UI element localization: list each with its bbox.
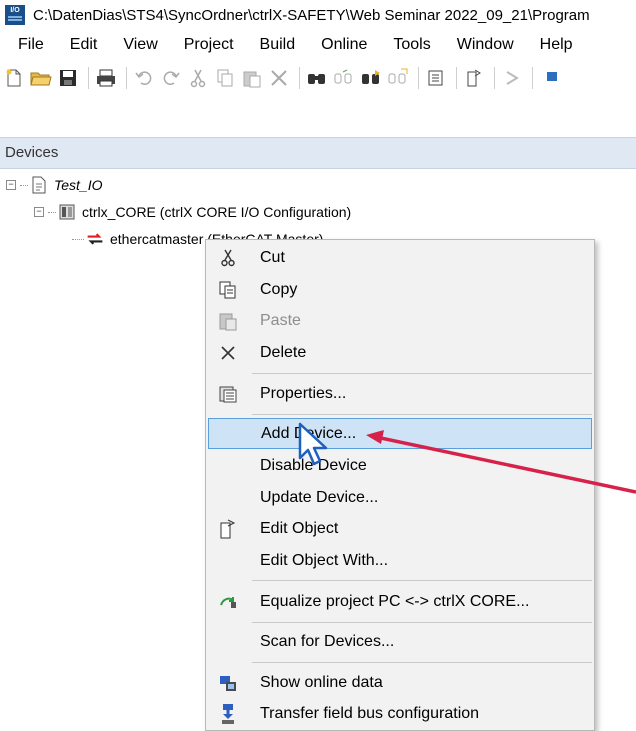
cut-icon[interactable] — [186, 66, 210, 90]
copy-icon — [214, 278, 242, 302]
menu-item-label: Show online data — [260, 673, 383, 691]
menu-item-label: Cut — [260, 248, 285, 266]
title-bar: I/O C:\DatenDias\STS4\SyncOrdner\ctrlX-S… — [0, 0, 636, 30]
menu-item-scan-devices[interactable]: Scan for Devices... — [208, 626, 592, 657]
menu-item-label: Equalize project PC <-> ctrlX CORE... — [260, 592, 530, 610]
toolbar-separator — [494, 67, 495, 89]
save-icon[interactable] — [56, 66, 80, 90]
paste-icon[interactable] — [240, 66, 264, 90]
toolbar-separator — [456, 67, 457, 89]
context-menu: Cut Copy Paste Delete Properties... Add … — [205, 239, 595, 731]
delete-icon[interactable] — [267, 66, 291, 90]
menu-separator — [252, 662, 592, 663]
paste-icon — [214, 309, 242, 333]
toolbar-separator — [418, 67, 419, 89]
transfer-icon — [214, 702, 242, 726]
menu-item-label: Update Device... — [260, 488, 379, 506]
tree-connector — [48, 211, 56, 213]
redo-icon[interactable] — [159, 66, 183, 90]
tree-node-label: Test_IO — [54, 177, 103, 193]
menu-item-edit-object[interactable]: Edit Object — [208, 513, 592, 544]
menu-bar: File Edit View Project Build Online Tool… — [0, 30, 636, 60]
download-icon[interactable] — [500, 66, 524, 90]
tree-connector — [20, 184, 28, 186]
tree-node-label: ctrlx_CORE (ctrlX CORE I/O Configuration… — [82, 204, 352, 220]
find-replace-icon[interactable] — [332, 66, 356, 90]
menu-item-label: Delete — [260, 343, 307, 361]
toolbar-separator — [532, 67, 533, 89]
menu-item-show-online-data[interactable]: Show online data — [208, 667, 592, 698]
menu-separator — [252, 622, 592, 623]
menu-tools[interactable]: Tools — [380, 30, 443, 60]
menu-item-copy[interactable]: Copy — [208, 274, 592, 305]
properties-icon[interactable] — [424, 66, 448, 90]
menu-item-delete[interactable]: Delete — [208, 337, 592, 368]
new-icon[interactable] — [2, 66, 26, 90]
menu-item-label: Edit Object — [260, 519, 339, 537]
window-title: C:\DatenDias\STS4\SyncOrdner\ctrlX-SAFET… — [33, 6, 590, 24]
app-icon-text: I/O — [10, 7, 20, 14]
menu-item-label: Scan for Devices... — [260, 632, 395, 650]
toolbar-separator — [88, 67, 89, 89]
devices-panel-title: Devices — [0, 137, 636, 169]
project-icon — [30, 176, 48, 194]
menu-item-edit-object-with[interactable]: Edit Object With... — [208, 545, 592, 576]
menu-item-disable-device[interactable]: Disable Device — [208, 450, 592, 481]
copy-icon[interactable] — [213, 66, 237, 90]
menu-item-properties[interactable]: Properties... — [208, 378, 592, 409]
menu-item-transfer-fieldbus[interactable]: Transfer field bus configuration — [208, 698, 592, 729]
menu-separator — [252, 373, 592, 374]
app-icon: I/O — [5, 5, 25, 25]
menu-item-label: Add Device... — [261, 424, 357, 442]
menu-file[interactable]: File — [0, 30, 57, 60]
menu-item-add-device[interactable]: Add Device... — [208, 418, 592, 449]
menu-online[interactable]: Online — [308, 30, 380, 60]
ethercat-master-icon — [86, 230, 104, 248]
equalize-icon — [214, 590, 242, 614]
online-data-icon — [214, 671, 242, 695]
undo-icon[interactable] — [132, 66, 156, 90]
cut-icon — [214, 246, 242, 270]
window-icon[interactable] — [538, 66, 562, 90]
tree-node-ctrlx-core[interactable]: − ctrlx_CORE (ctrlX CORE I/O Configurati… — [34, 199, 351, 225]
menu-help[interactable]: Help — [527, 30, 586, 60]
toolbar-separator — [126, 67, 127, 89]
menu-window[interactable]: Window — [444, 30, 527, 60]
replace-icon[interactable] — [386, 66, 410, 90]
delete-icon — [214, 341, 242, 365]
menu-item-label: Paste — [260, 311, 301, 329]
menu-build[interactable]: Build — [247, 30, 309, 60]
menu-view[interactable]: View — [110, 30, 170, 60]
menu-item-label: Transfer field bus configuration — [260, 704, 480, 722]
menu-project[interactable]: Project — [171, 30, 247, 60]
tree-connector — [72, 238, 84, 240]
toolbar — [0, 60, 636, 96]
menu-item-label: Properties... — [260, 384, 347, 402]
tree-node-test-io[interactable]: − Test_IO — [6, 172, 103, 198]
open-icon[interactable] — [29, 66, 53, 90]
edit-object-icon[interactable] — [462, 66, 486, 90]
collapse-icon[interactable]: − — [34, 207, 44, 217]
find-icon[interactable] — [305, 66, 329, 90]
edit-object-icon — [214, 517, 242, 541]
menu-item-equalize[interactable]: Equalize project PC <-> ctrlX CORE... — [208, 586, 592, 617]
menu-edit[interactable]: Edit — [57, 30, 111, 60]
print-icon[interactable] — [94, 66, 118, 90]
toolbar-secondary — [0, 96, 636, 136]
find-next-icon[interactable] — [359, 66, 383, 90]
menu-item-label: Disable Device — [260, 456, 367, 474]
toolbar-separator — [299, 67, 300, 89]
menu-item-update-device[interactable]: Update Device... — [208, 482, 592, 513]
menu-separator — [252, 414, 592, 415]
properties-icon — [214, 382, 242, 406]
menu-separator — [252, 580, 592, 581]
plc-icon — [58, 203, 76, 221]
menu-item-cut[interactable]: Cut — [208, 242, 592, 273]
menu-item-label: Edit Object With... — [260, 551, 389, 569]
collapse-icon[interactable]: − — [6, 180, 16, 190]
menu-item-paste[interactable]: Paste — [208, 305, 592, 336]
menu-item-label: Copy — [260, 280, 298, 298]
